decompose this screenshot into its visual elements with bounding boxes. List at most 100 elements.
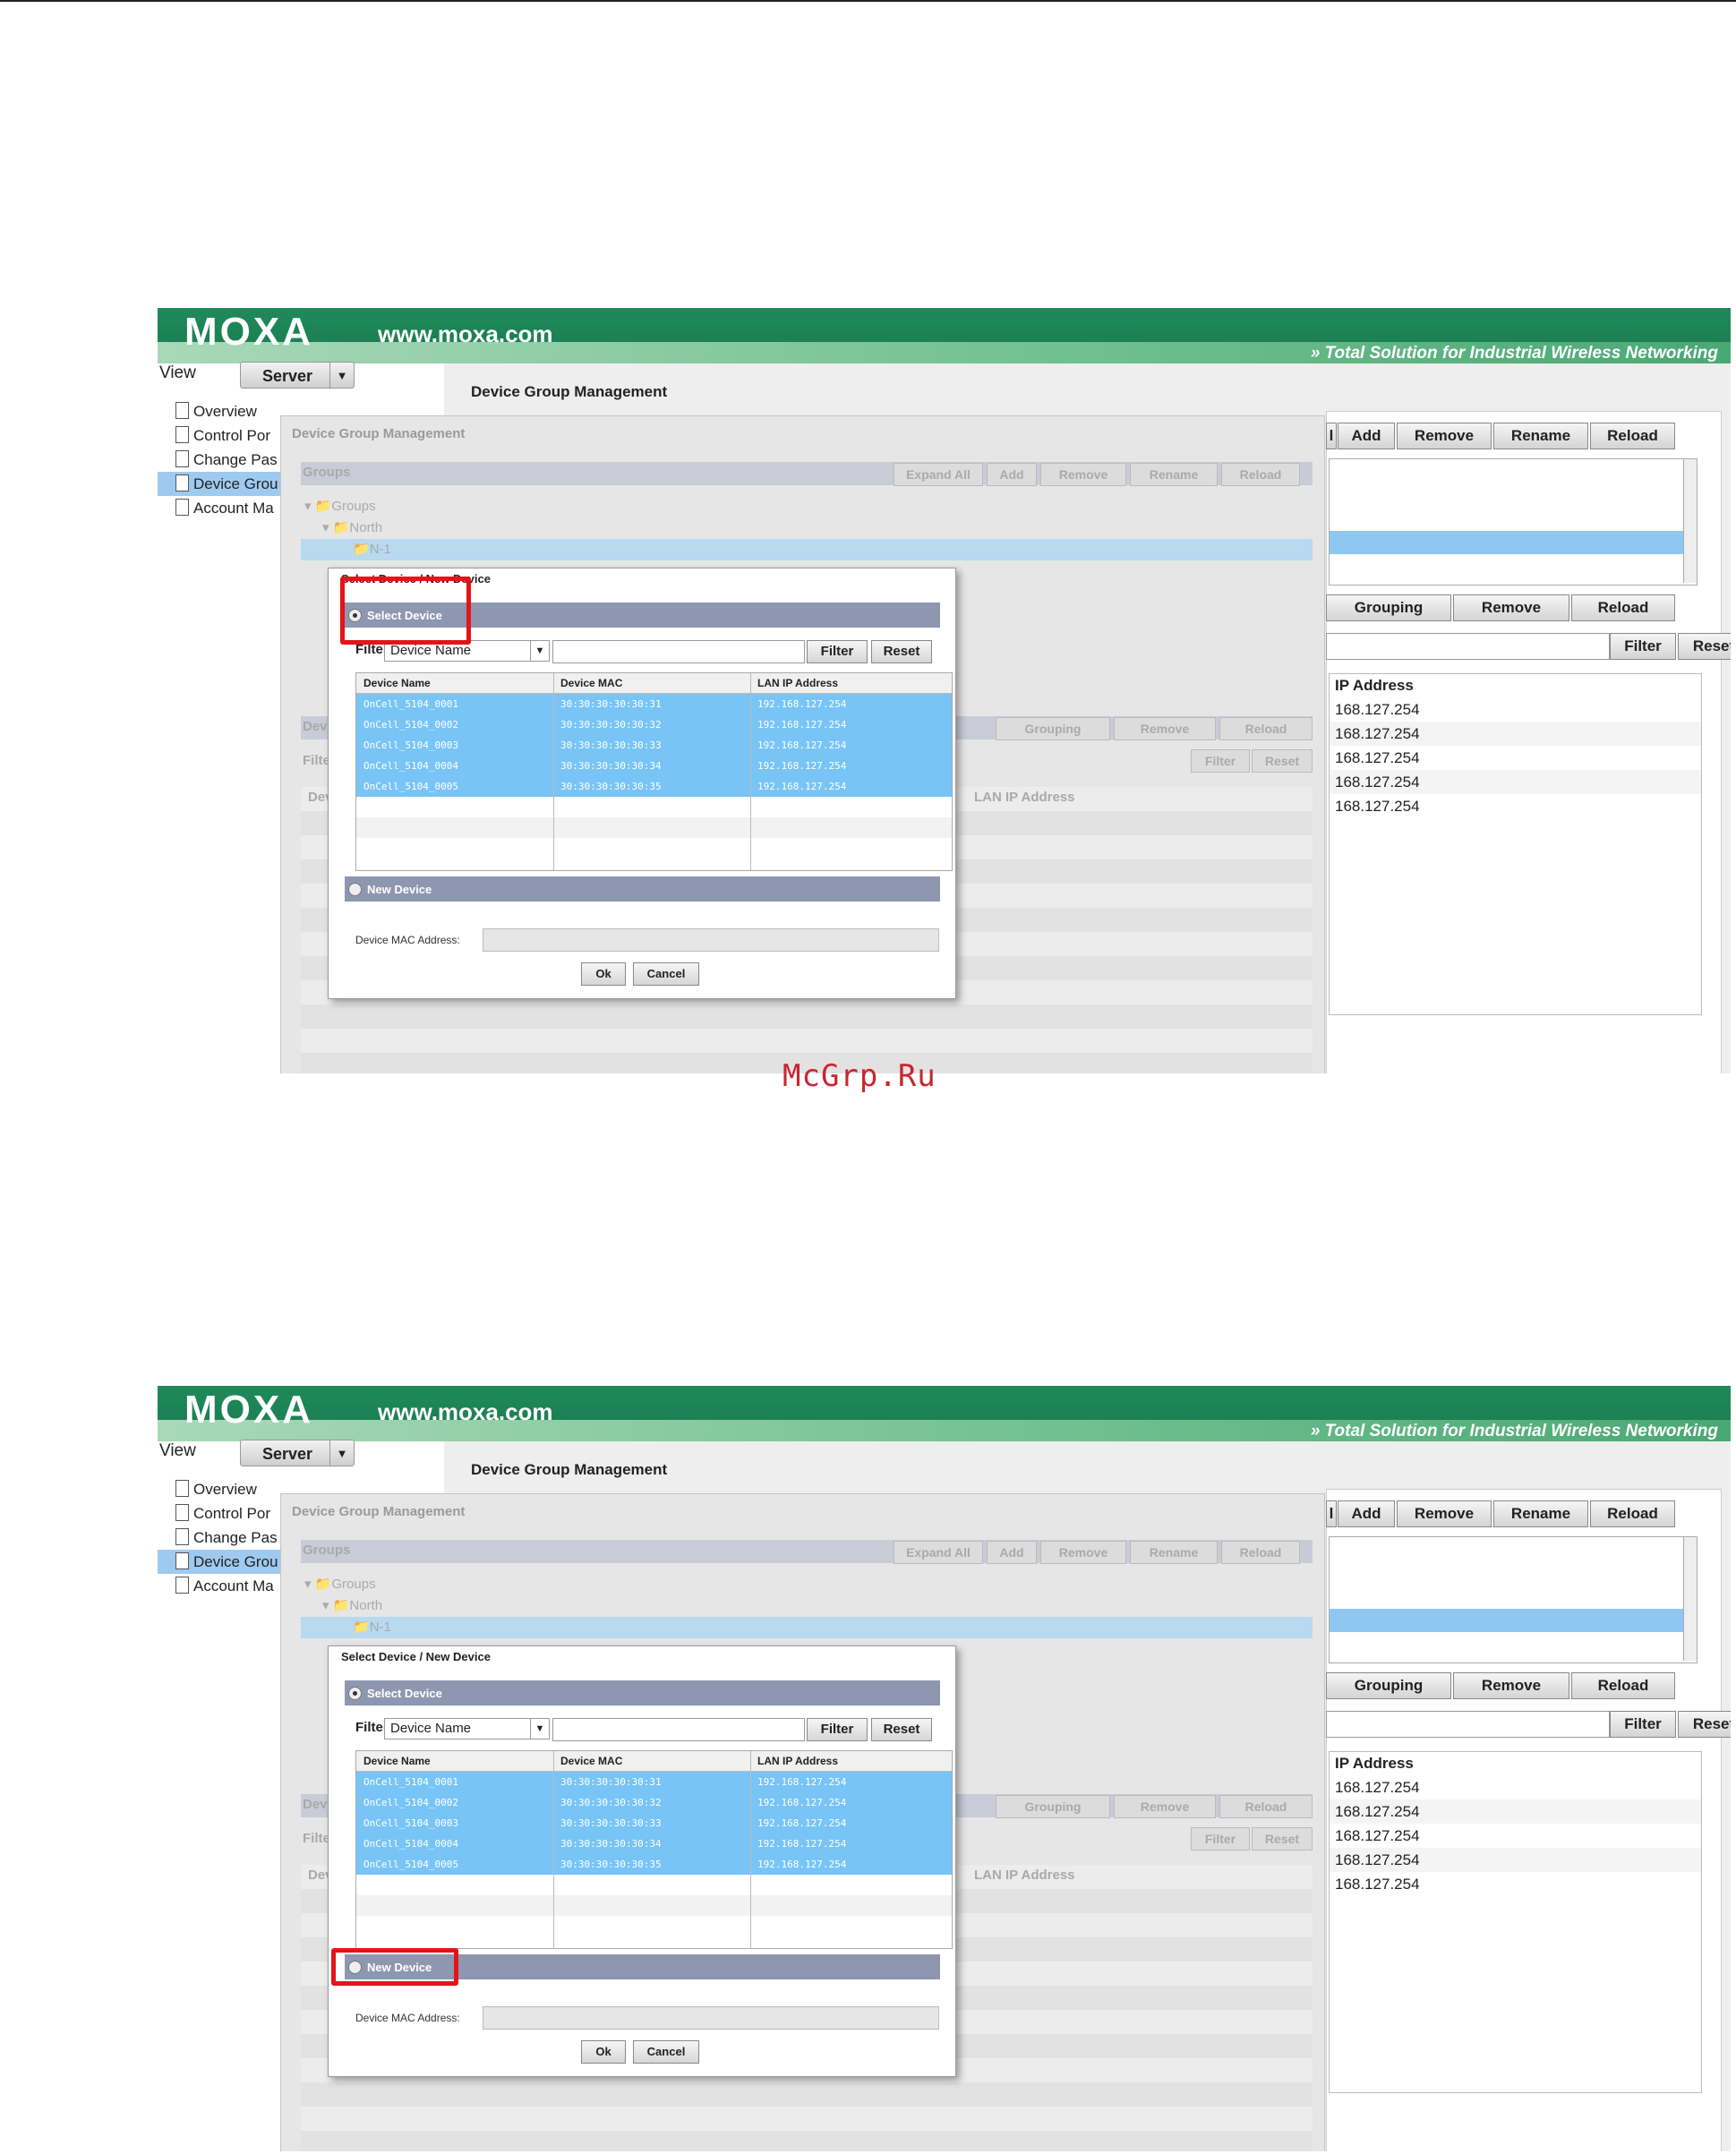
table-row[interactable]: OnCell_5104_0001 30:30:30:30:30:31 192.168… [356,694,952,714]
table-row[interactable]: OnCell_5104_0004 30:30:30:30:30:34 192.168… [356,756,952,776]
dim-remove-button[interactable]: Remove [1040,463,1126,486]
expand-all-button[interactable]: Expand All [894,463,983,486]
reload-device-button[interactable]: Reload [1571,1672,1675,1699]
add-group-button[interactable]: Add [1338,423,1395,449]
table-row[interactable]: OnCell_5104_0003 30:30:30:30:30:33 192.168… [356,1813,952,1833]
scrollbar[interactable] [1683,1537,1697,1661]
dialog-filter-button[interactable]: Filter [807,640,868,663]
filter-button[interactable]: Filter [1610,633,1676,660]
moxa-url[interactable]: www.moxa.com [378,1398,553,1426]
ok-button[interactable]: Ok [581,2040,626,2064]
tree-item-north[interactable]: ▾ 📁North [322,519,382,535]
filter-text-input[interactable] [552,640,805,663]
tree-item-groups[interactable]: ▾ 📁Groups [304,498,376,514]
cell-device-name: OnCell_5104_0003 [363,739,458,751]
dim-filter-button[interactable]: Filter [1191,749,1250,773]
reload-group-button[interactable]: Reload [1590,423,1675,449]
remove-group-button[interactable]: Remove [1397,423,1492,449]
table-row[interactable]: 168.127.254 [1330,770,1701,794]
new-device-radio[interactable] [348,883,362,896]
cancel-button[interactable]: Cancel [633,2040,699,2064]
dim-reset-button[interactable]: Reset [1252,1827,1313,1851]
rename-group-button[interactable]: Rename [1493,1500,1588,1527]
dialog-filter-button[interactable]: Filter [807,1718,868,1741]
device-select-table: Device Name Device MAC LAN IP Address On… [355,672,953,871]
scrollbar[interactable] [1683,459,1697,583]
reload-device-button[interactable]: Reload [1571,594,1675,621]
reset-button[interactable]: Reset [1678,1711,1731,1738]
table-row[interactable]: OnCell_5104_0001 30:30:30:30:30:31 192.168… [356,1772,952,1792]
dialog-reset-button[interactable]: Reset [871,1718,932,1741]
group-list-selection[interactable] [1330,531,1683,554]
dim-rename-button[interactable]: Rename [1130,1541,1218,1564]
filter-field-select[interactable]: Device Name ▼ [384,1718,550,1739]
dialog-reset-button[interactable]: Reset [871,640,932,663]
mac-address-input[interactable] [483,928,939,952]
table-row[interactable]: OnCell_5104_0002 30:30:30:30:30:32 192.168… [356,1792,952,1813]
grouping-button[interactable]: Grouping [1326,594,1451,621]
dim-reload-device-button[interactable]: Reload [1219,1795,1313,1818]
document-icon [175,402,189,419]
cancel-button[interactable]: Cancel [633,962,699,986]
view-select[interactable]: Server ▼ [240,1440,355,1466]
expand-all-stub[interactable]: l [1326,1500,1337,1527]
dim-filter-button[interactable]: Filter [1191,1827,1250,1851]
dim-add-button[interactable]: Add [987,463,1037,486]
dim-remove-button[interactable]: Remove [1040,1541,1126,1564]
dim-add-button[interactable]: Add [987,1541,1037,1564]
tree-item-n1[interactable]: 📁N-1 [353,541,391,557]
table-row[interactable]: 168.127.254 [1330,1799,1701,1824]
add-group-button[interactable]: Add [1338,1500,1395,1527]
tree-item-north[interactable]: ▾ 📁North [322,1597,382,1613]
dim-rename-button[interactable]: Rename [1130,463,1218,486]
table-row[interactable]: 168.127.254 [1330,1824,1701,1848]
mac-address-input[interactable] [483,2006,939,2030]
device-filter-input[interactable] [1326,633,1610,660]
table-row[interactable]: 168.127.254 [1330,746,1701,770]
view-select[interactable]: Server ▼ [240,362,355,389]
device-filter-input[interactable] [1326,1711,1610,1738]
ok-button[interactable]: Ok [581,962,626,986]
dim-remove-device-button[interactable]: Remove [1114,717,1216,740]
select-device-section[interactable]: Select Device [345,1680,940,1705]
group-list-selection[interactable] [1330,1609,1683,1632]
remove-device-button[interactable]: Remove [1453,1672,1569,1699]
new-device-label: New Device [367,883,432,896]
dim-grouping-button[interactable]: Grouping [996,717,1110,740]
table-row[interactable]: OnCell_5104_0004 30:30:30:30:30:34 192.168… [356,1833,952,1854]
dim-reset-button[interactable]: Reset [1252,749,1313,773]
group-list[interactable] [1329,458,1698,586]
table-row[interactable]: 168.127.254 [1330,794,1701,818]
tree-item-n1[interactable]: 📁N-1 [353,1619,391,1635]
table-row[interactable]: 168.127.254 [1330,722,1701,746]
remove-device-button[interactable]: Remove [1453,594,1569,621]
table-row[interactable]: OnCell_5104_0003 30:30:30:30:30:33 192.168… [356,735,952,756]
expand-all-button[interactable]: Expand All [894,1541,983,1564]
select-device-radio[interactable] [348,1687,362,1700]
table-row[interactable]: 168.127.254 [1330,1872,1701,1896]
table-row[interactable]: OnCell_5104_0002 30:30:30:30:30:32 192.168… [356,714,952,735]
dim-reload-button[interactable]: Reload [1221,1541,1300,1564]
grouping-button[interactable]: Grouping [1326,1672,1451,1699]
new-device-section[interactable]: New Device [345,876,940,902]
remove-group-button[interactable]: Remove [1397,1500,1492,1527]
rename-group-button[interactable]: Rename [1493,423,1588,449]
table-row[interactable]: 168.127.254 [1330,1848,1701,1872]
table-row[interactable]: OnCell_5104_0005 30:30:30:30:30:35 192.168… [356,1854,952,1875]
group-list[interactable] [1329,1536,1698,1663]
dim-grouping-button[interactable]: Grouping [996,1795,1110,1818]
dim-reload-button[interactable]: Reload [1221,463,1300,486]
table-row[interactable]: OnCell_5104_0005 30:30:30:30:30:35 192.168… [356,776,952,797]
table-row[interactable]: 168.127.254 [1330,697,1701,722]
filter-button[interactable]: Filter [1610,1711,1676,1738]
table-row[interactable]: 168.127.254 [1330,1775,1701,1799]
expand-all-stub[interactable]: l [1326,423,1337,449]
tree-selection [301,1617,1313,1638]
dim-reload-device-button[interactable]: Reload [1219,717,1313,740]
filter-text-input[interactable] [552,1718,805,1741]
moxa-url[interactable]: www.moxa.com [378,321,553,348]
dim-remove-device-button[interactable]: Remove [1114,1795,1216,1818]
reset-button[interactable]: Reset [1678,633,1731,660]
reload-group-button[interactable]: Reload [1590,1500,1675,1527]
tree-item-groups[interactable]: ▾ 📁Groups [304,1576,376,1592]
